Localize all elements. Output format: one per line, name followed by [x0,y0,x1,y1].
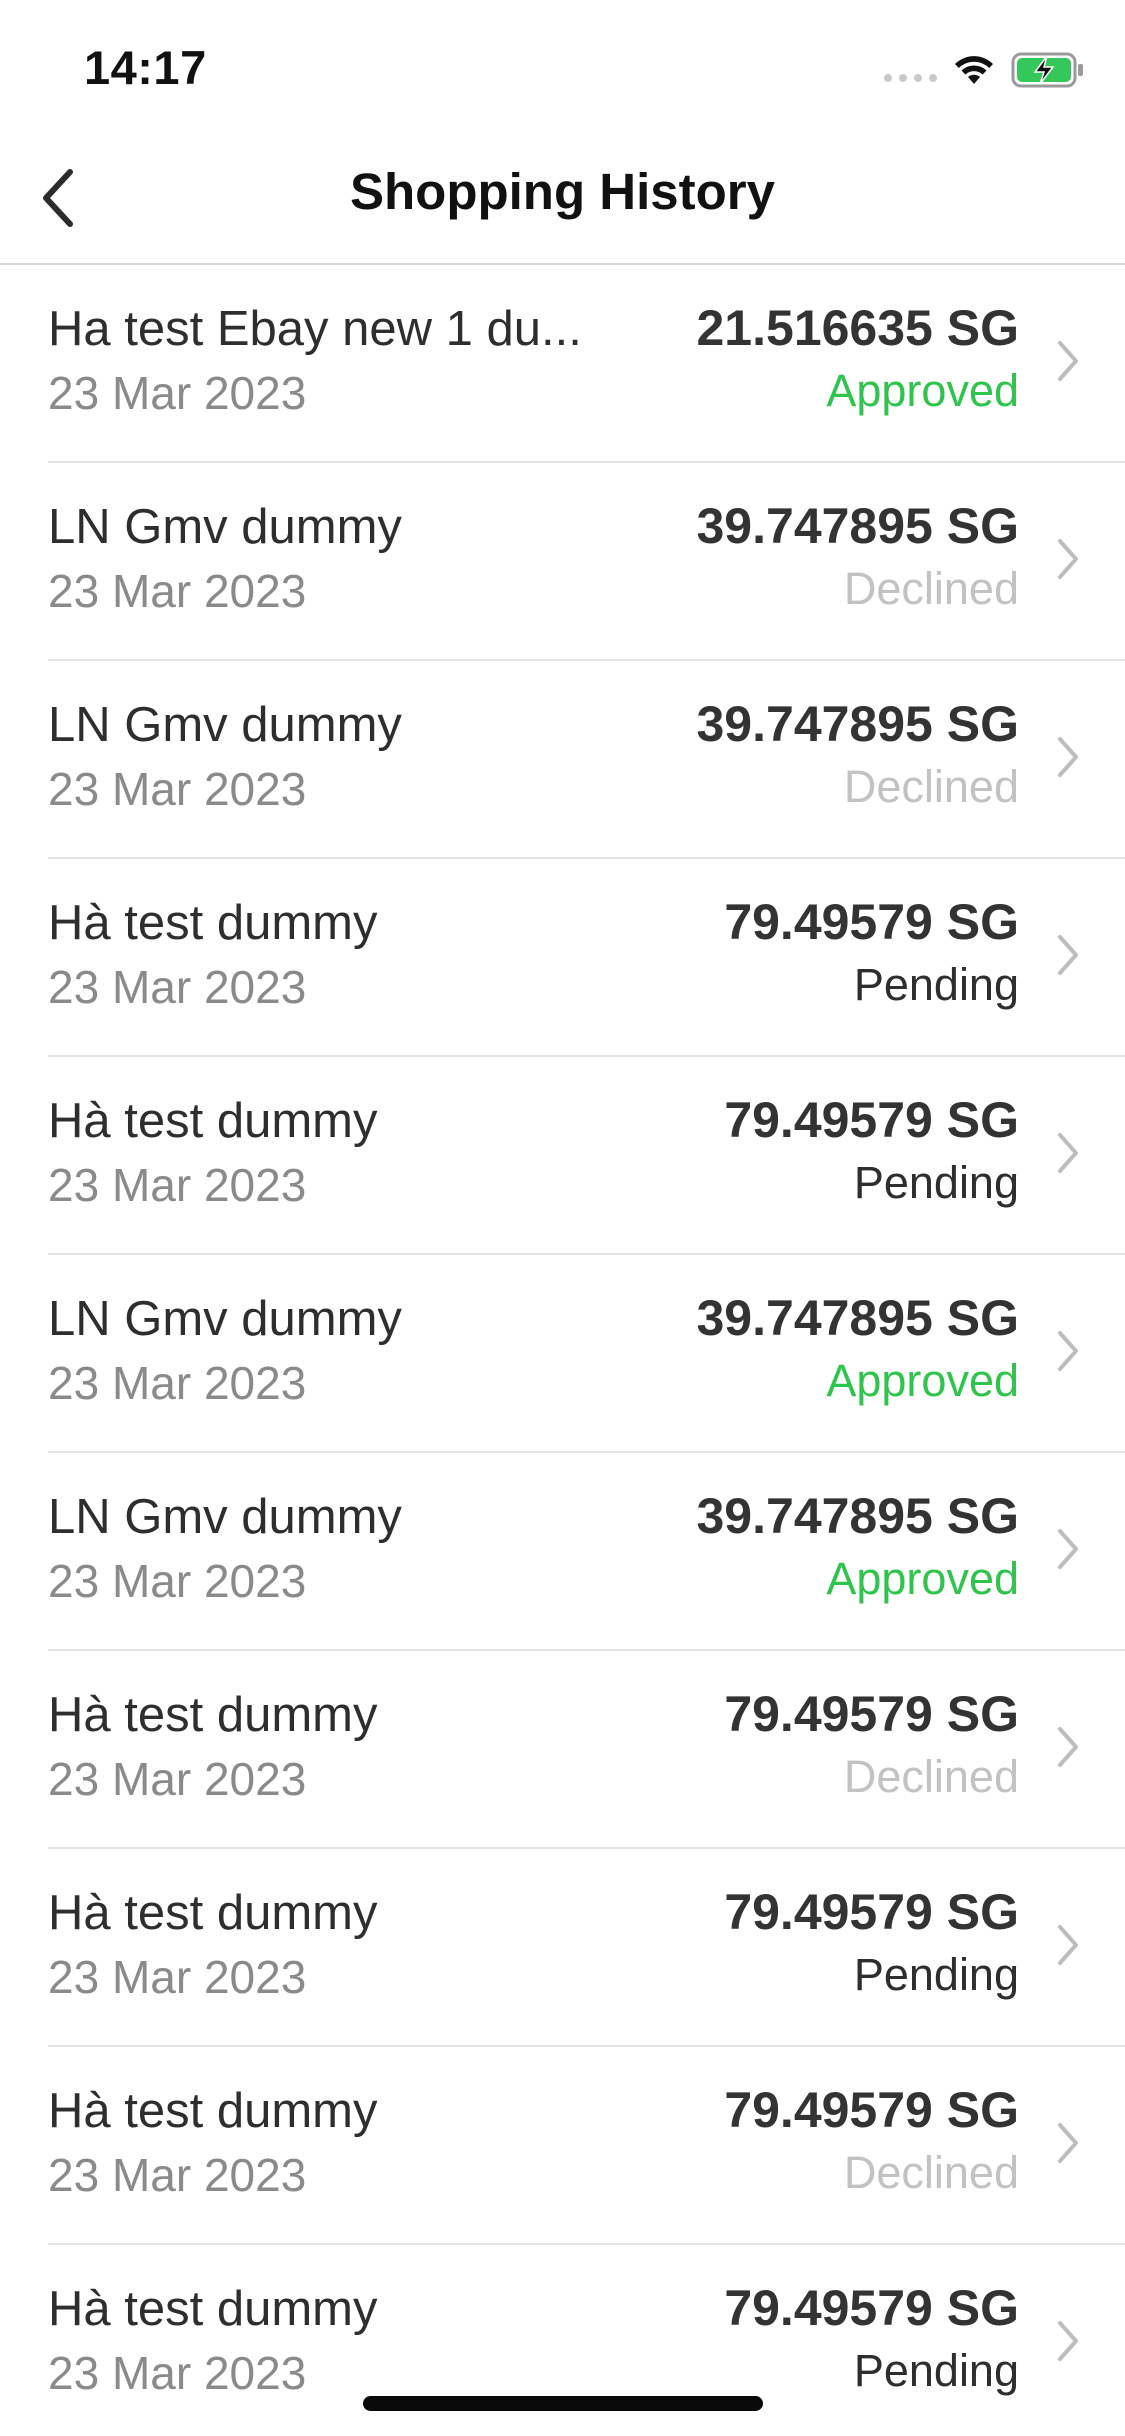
navigation-bar: Shopping History [0,132,1125,265]
transaction-row[interactable]: Hà test dummy 23 Mar 2023 79.49579 SG Decli… [48,1651,1125,1849]
transaction-amount: 39.747895 SG [696,696,1020,752]
transaction-status: Pending [853,2345,1019,2396]
transaction-date: 23 Mar 2023 [48,961,307,1013]
transaction-date: 23 Mar 2023 [48,367,307,419]
transaction-date: 23 Mar 2023 [48,1159,307,1211]
transaction-status: Pending [853,1157,1019,1208]
shopping-history-screen: 14:17 Shopping History Ha test Ebay new … [0,0,1125,2436]
transaction-row[interactable]: Hà test dummy 23 Mar 2023 79.49579 SG Pendi… [48,1849,1125,2047]
transaction-status: Pending [853,1949,1019,2000]
transaction-status: Declined [843,2147,1019,2198]
transaction-status: Approved [826,365,1019,416]
chevron-right-icon [1058,2123,1078,2163]
transaction-amount: 79.49579 SG [724,2082,1019,2138]
status-time: 14:17 [84,41,207,94]
transaction-status: Declined [843,761,1019,812]
transaction-amount: 79.49579 SG [724,1884,1019,1940]
chevron-right-icon [1058,935,1078,975]
transaction-name: LN Gmv dummy [48,698,402,752]
status-bar: 14:17 [0,0,1125,132]
transaction-date: 23 Mar 2023 [48,2149,307,2201]
transaction-row[interactable]: LN Gmv dummy 23 Mar 2023 39.747895 SG Appro… [48,1255,1125,1453]
wifi-icon [953,54,995,86]
transaction-amount: 39.747895 SG [696,498,1020,554]
transaction-date: 23 Mar 2023 [48,565,307,617]
transaction-name: LN Gmv dummy [48,1490,402,1544]
chevron-right-icon [1058,341,1078,381]
transaction-status: Declined [843,1751,1019,1802]
transaction-date: 23 Mar 2023 [48,763,307,815]
transaction-row[interactable]: LN Gmv dummy 23 Mar 2023 39.747895 SG Appro… [48,1453,1125,1651]
status-icons [884,48,1085,92]
transaction-status: Approved [826,1553,1019,1604]
transaction-name: Hà test dummy [48,1094,378,1148]
transaction-amount: 79.49579 SG [724,2280,1019,2336]
chevron-right-icon [1058,737,1078,777]
transaction-date: 23 Mar 2023 [48,1357,307,1409]
transaction-amount: 21.516635 SG [696,300,1020,356]
transaction-amount: 39.747895 SG [696,1290,1020,1346]
transaction-status: Approved [826,1355,1019,1406]
transaction-row[interactable]: Hà test dummy 23 Mar 2023 79.49579 SG Pendi… [48,859,1125,1057]
chevron-right-icon [1058,2321,1078,2361]
chevron-right-icon [1058,1133,1078,1173]
transaction-name: LN Gmv dummy [48,500,402,554]
transaction-date: 23 Mar 2023 [48,1951,307,2003]
transaction-row[interactable]: LN Gmv dummy 23 Mar 2023 39.747895 SG Decli… [48,463,1125,661]
transaction-name: Hà test dummy [48,1886,378,1940]
transaction-list: Ha test Ebay new 1 du... 23 Mar 2023 21.51… [0,265,1125,2436]
transaction-row[interactable]: Ha test Ebay new 1 du... 23 Mar 2023 21.51… [48,265,1125,463]
transaction-name: Hà test dummy [48,1688,378,1742]
transaction-row[interactable]: LN Gmv dummy 23 Mar 2023 39.747895 SG Decli… [48,661,1125,859]
transaction-status: Declined [843,563,1019,614]
transaction-date: 23 Mar 2023 [48,2347,307,2399]
transaction-name: LN Gmv dummy [48,1292,402,1346]
transaction-date: 23 Mar 2023 [48,1753,307,1805]
chevron-right-icon [1058,539,1078,579]
transaction-amount: 79.49579 SG [724,1686,1019,1742]
battery-charging-icon [1011,52,1085,88]
transaction-name: Hà test dummy [48,896,378,950]
transaction-name: Hà test dummy [48,2084,378,2138]
transaction-status: Pending [853,959,1019,1010]
chevron-right-icon [1058,1529,1078,1569]
chevron-right-icon [1058,1331,1078,1371]
home-indicator[interactable] [363,2396,763,2411]
transaction-row[interactable]: Hà test dummy 23 Mar 2023 79.49579 SG Decli… [48,2047,1125,2245]
chevron-right-icon [1058,1727,1078,1767]
page-title: Shopping History [350,163,775,220]
transaction-date: 23 Mar 2023 [48,1555,307,1607]
transaction-amount: 39.747895 SG [696,1488,1020,1544]
transaction-name: Hà test dummy [48,2282,378,2336]
transaction-amount: 79.49579 SG [724,894,1019,950]
transaction-name: Ha test Ebay new 1 du... [48,302,582,356]
chevron-right-icon [1058,1925,1078,1965]
signal-dots-icon [884,55,937,85]
transaction-row[interactable]: Hà test dummy 23 Mar 2023 79.49579 SG Pendi… [48,1057,1125,1255]
transaction-amount: 79.49579 SG [724,1092,1019,1148]
